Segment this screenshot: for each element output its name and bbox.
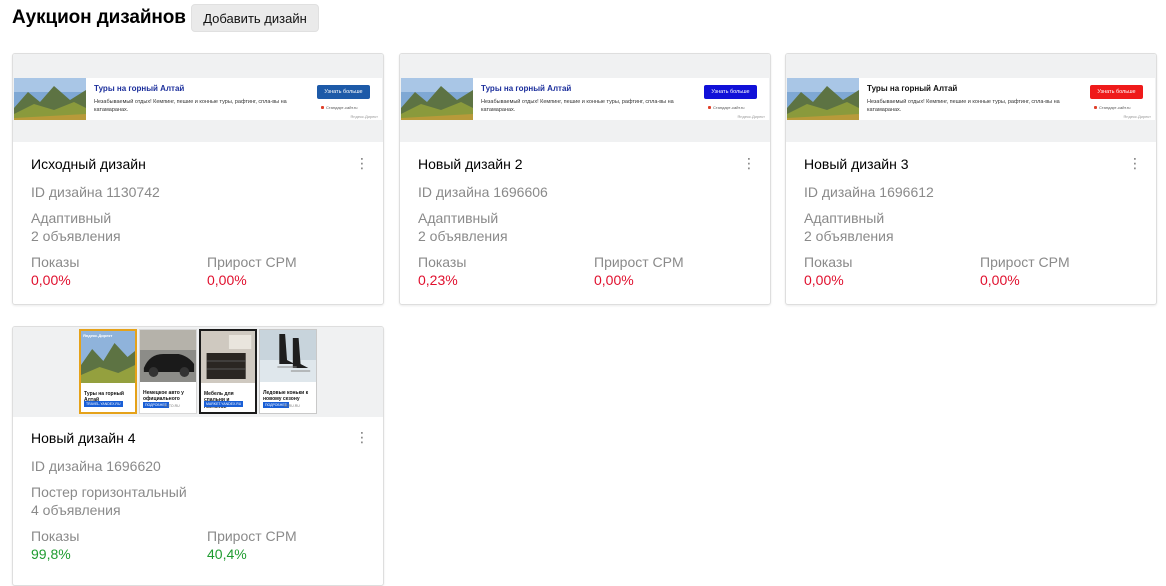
shows-value: 0,00% — [804, 272, 844, 288]
design-ads-count: 2 объявления — [418, 228, 508, 244]
banner-site: Стандарт-сайт.ru — [708, 105, 744, 110]
card-title: Новый дизайн 4 — [31, 430, 136, 446]
cpm-value: 40,4% — [207, 546, 247, 562]
banner-source: Яндекс.Директ — [1123, 114, 1151, 119]
page-title: Аукцион дизайнов — [12, 7, 186, 28]
design-card[interactable]: Яндекс.Директ Туры на горный Алтай TRAVE… — [12, 326, 384, 586]
design-card[interactable]: Туры на горный Алтай Незабываемый отдых!… — [399, 53, 771, 305]
card-title: Исходный дизайн — [31, 156, 146, 172]
design-format: Адаптивный — [31, 210, 112, 226]
banner-ad: Туры на горный Алтай Незабываемый отдых!… — [787, 78, 1155, 120]
banner-ad: Туры на горный Алтай Незабываемый отдых!… — [401, 78, 769, 120]
mountain-image — [14, 78, 86, 120]
banner-source: Яндекс.Директ — [350, 114, 378, 119]
banner-title: Туры на горный Алтай — [481, 84, 572, 93]
car-image — [140, 330, 196, 382]
mountain-image — [81, 331, 135, 383]
banner-button: Узнать больше — [704, 85, 757, 99]
design-preview: Туры на горный Алтай Незабываемый отдых!… — [13, 54, 383, 142]
more-vertical-icon[interactable]: ⋮ — [355, 430, 369, 444]
banner-title: Туры на горный Алтай — [94, 84, 185, 93]
shows-label: Показы — [31, 528, 80, 544]
add-design-button[interactable]: Добавить дизайн — [191, 4, 319, 32]
banner-button: Узнать больше — [317, 85, 370, 99]
more-vertical-icon[interactable]: ⋮ — [742, 156, 756, 170]
design-preview: Туры на горный Алтай Незабываемый отдых!… — [786, 54, 1156, 142]
poster-url: BERU.RU — [284, 404, 300, 408]
banner-source: Яндекс.Директ — [737, 114, 765, 119]
card-title: Новый дизайн 3 — [804, 156, 909, 172]
cpm-value: 0,00% — [980, 272, 1020, 288]
design-format: Адаптивный — [804, 210, 885, 226]
cpm-label: Прирост CPM — [207, 254, 297, 270]
design-id: ID дизайна 1696620 — [31, 458, 161, 474]
banner-site-label: Стандарт-сайт.ru — [326, 105, 358, 110]
card-title: Новый дизайн 2 — [418, 156, 523, 172]
design-card[interactable]: Туры на горный Алтай Незабываемый отдых!… — [12, 53, 384, 305]
design-preview: Яндекс.Директ Туры на горный Алтай TRAVE… — [13, 327, 383, 417]
shows-value: 0,23% — [418, 272, 458, 288]
shows-label: Показы — [31, 254, 80, 270]
banner-description: Незабываемый отдых! Кемпинг, пешие и кон… — [867, 99, 1060, 113]
cpm-value: 0,00% — [207, 272, 247, 288]
site-dot-icon — [321, 106, 324, 109]
poster-tile: Немецкое авто у официального дилера ПОДР… — [139, 329, 197, 414]
shows-label: Показы — [418, 254, 467, 270]
banner-site-label: Стандарт-сайт.ru — [713, 105, 745, 110]
design-id: ID дизайна 1696612 — [804, 184, 934, 200]
banner-description: Незабываемый отдых! Кемпинг, пешие и кон… — [94, 99, 287, 113]
more-vertical-icon[interactable]: ⋮ — [1128, 156, 1142, 170]
page-header: Аукцион дизайнов — [12, 4, 186, 32]
design-ads-count: 2 объявления — [804, 228, 894, 244]
cpm-label: Прирост CPM — [594, 254, 684, 270]
site-dot-icon — [708, 106, 711, 109]
banner-site: Стандарт-сайт.ru — [1094, 105, 1130, 110]
poster-url: AUTO.RU — [164, 404, 180, 408]
banner-site: Стандарт-сайт.ru — [321, 105, 357, 110]
poster-corner-label: Яндекс.Директ — [83, 333, 113, 338]
banner-description: Незабываемый отдых! Кемпинг, пешие и кон… — [481, 99, 674, 113]
site-dot-icon — [1094, 106, 1097, 109]
cpm-label: Прирост CPM — [980, 254, 1070, 270]
cpm-label: Прирост CPM — [207, 528, 297, 544]
shows-value: 99,8% — [31, 546, 71, 562]
design-preview: Туры на горный Алтай Незабываемый отдых!… — [400, 54, 770, 142]
poster-tile: Мебель для спальни и гостиной MARKET.YAN… — [199, 329, 257, 414]
shows-value: 0,00% — [31, 272, 71, 288]
more-vertical-icon[interactable]: ⋮ — [355, 156, 369, 170]
mountain-image — [787, 78, 859, 120]
design-ads-count: 2 объявления — [31, 228, 121, 244]
poster-button: TRAVEL.YANDEX.RU — [84, 401, 123, 407]
poster-text: Ледовые коньки к новому сезону — [263, 390, 309, 403]
skates-image — [260, 330, 316, 382]
banner-ad: Туры на горный Алтай Незабываемый отдых!… — [14, 78, 382, 120]
design-format: Постер горизонтальный — [31, 484, 187, 500]
design-card[interactable]: Туры на горный Алтай Незабываемый отдых!… — [785, 53, 1157, 305]
banner-button: Узнать больше — [1090, 85, 1143, 99]
design-id: ID дизайна 1696606 — [418, 184, 548, 200]
design-format: Адаптивный — [418, 210, 499, 226]
poster-tile: Ледовые коньки к новому сезону ПОДРОБНЕЕ… — [259, 329, 317, 414]
poster-tile: Яндекс.Директ Туры на горный Алтай TRAVE… — [79, 329, 137, 414]
poster-button: MARKET.YANDEX.RU — [204, 401, 244, 407]
design-id: ID дизайна 1130742 — [31, 184, 160, 200]
furniture-image — [201, 331, 255, 383]
mountain-image — [401, 78, 473, 120]
banner-title: Туры на горный Алтай — [867, 84, 958, 93]
banner-site-label: Стандарт-сайт.ru — [1099, 105, 1131, 110]
design-ads-count: 4 объявления — [31, 502, 121, 518]
shows-label: Показы — [804, 254, 853, 270]
cpm-value: 0,00% — [594, 272, 634, 288]
